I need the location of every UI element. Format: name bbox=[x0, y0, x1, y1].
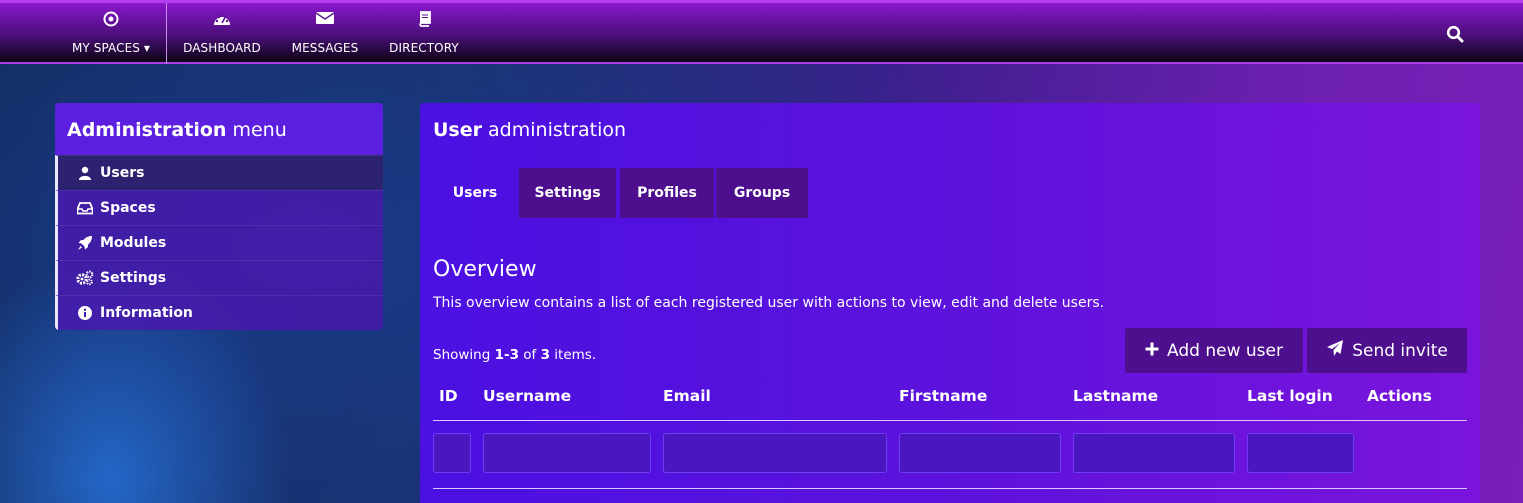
menu-item-settings[interactable]: Settings bbox=[55, 260, 383, 295]
tab-users[interactable]: Users bbox=[433, 168, 517, 218]
tab-settings[interactable]: Settings bbox=[519, 168, 616, 218]
page-title: User administration bbox=[433, 119, 626, 141]
summary-prefix: Showing bbox=[433, 347, 495, 363]
column-header-username[interactable]: Username bbox=[483, 387, 571, 405]
menu-item-label: Modules bbox=[100, 235, 167, 251]
book-icon bbox=[382, 11, 466, 31]
button-label: Add new user bbox=[1167, 340, 1283, 361]
administration-menu-title: Administration menu bbox=[55, 103, 383, 155]
filter-input-lastname[interactable] bbox=[1073, 433, 1235, 473]
nav-label: DASHBOARD bbox=[183, 41, 261, 55]
target-icon bbox=[58, 11, 164, 31]
table-header-divider bbox=[433, 420, 1467, 421]
nav-my-spaces[interactable]: MY SPACES ▾ bbox=[58, 3, 164, 64]
nav-messages[interactable]: MESSAGES bbox=[286, 3, 364, 64]
filter-input-username[interactable] bbox=[483, 433, 651, 473]
paper-plane-icon bbox=[1326, 339, 1352, 362]
column-header-lastname[interactable]: Lastname bbox=[1073, 387, 1158, 405]
filter-input-id[interactable] bbox=[433, 433, 471, 473]
send-invite-button[interactable]: Send invite bbox=[1307, 328, 1467, 373]
summary-total: 3 bbox=[540, 347, 550, 363]
nav-directory[interactable]: DIRECTORY bbox=[382, 3, 466, 64]
menu-item-users[interactable]: Users bbox=[55, 155, 383, 190]
column-header-firstname[interactable]: Firstname bbox=[899, 387, 987, 405]
column-header-email[interactable]: Email bbox=[663, 387, 711, 405]
search-icon[interactable] bbox=[1446, 25, 1464, 47]
title-light: menu bbox=[226, 119, 287, 141]
menu-item-label: Information bbox=[100, 305, 193, 321]
add-new-user-button[interactable]: Add new user bbox=[1125, 328, 1303, 373]
nav-label: MY SPACES bbox=[71, 41, 140, 55]
column-header-id[interactable]: ID bbox=[439, 387, 458, 405]
title-bold: Administration bbox=[67, 119, 227, 141]
dashboard-icon bbox=[176, 11, 268, 31]
title-bold: User bbox=[433, 119, 482, 141]
gears-icon bbox=[76, 270, 94, 286]
user-icon bbox=[76, 166, 94, 180]
column-header-actions: Actions bbox=[1367, 387, 1432, 405]
user-administration-panel: User administration Users Settings Profi… bbox=[420, 103, 1480, 503]
section-heading: Overview bbox=[433, 257, 537, 282]
menu-item-label: Settings bbox=[100, 270, 167, 286]
filter-input-firstname[interactable] bbox=[899, 433, 1061, 473]
menu-item-modules[interactable]: Modules bbox=[55, 225, 383, 260]
menu-item-label: Users bbox=[100, 165, 145, 181]
results-summary: Showing 1-3 of 3 items. bbox=[433, 347, 596, 363]
summary-suffix: items. bbox=[550, 347, 597, 363]
administration-menu: Administration menu Users Spaces Modules… bbox=[55, 103, 383, 330]
button-label: Send invite bbox=[1352, 340, 1448, 361]
nav-dashboard[interactable]: DASHBOARD bbox=[176, 3, 268, 64]
envelope-icon bbox=[286, 11, 364, 31]
section-description: This overview contains a list of each re… bbox=[433, 295, 1105, 311]
column-header-last-login[interactable]: Last login bbox=[1247, 387, 1333, 405]
menu-item-label: Spaces bbox=[100, 200, 156, 216]
caret-down-icon: ▾ bbox=[140, 41, 151, 55]
top-navbar: MY SPACES ▾ DASHBOARD MESSAGES DIRECTORY bbox=[0, 0, 1523, 64]
summary-middle: of bbox=[518, 347, 541, 363]
summary-range: 1-3 bbox=[494, 347, 519, 363]
rocket-icon bbox=[76, 235, 94, 251]
nav-label: DIRECTORY bbox=[389, 41, 459, 55]
tab-groups[interactable]: Groups bbox=[716, 168, 808, 218]
menu-item-spaces[interactable]: Spaces bbox=[55, 190, 383, 225]
table-filter-divider bbox=[433, 488, 1467, 489]
title-light: administration bbox=[482, 119, 627, 141]
filter-input-last-login[interactable] bbox=[1247, 433, 1354, 473]
inbox-icon bbox=[76, 201, 94, 215]
info-icon bbox=[76, 306, 94, 320]
plus-icon bbox=[1145, 341, 1167, 361]
menu-item-information[interactable]: Information bbox=[55, 295, 383, 330]
tab-profiles[interactable]: Profiles bbox=[620, 168, 714, 218]
filter-input-email[interactable] bbox=[663, 433, 887, 473]
nav-divider bbox=[166, 3, 167, 64]
nav-label: MESSAGES bbox=[291, 41, 359, 55]
